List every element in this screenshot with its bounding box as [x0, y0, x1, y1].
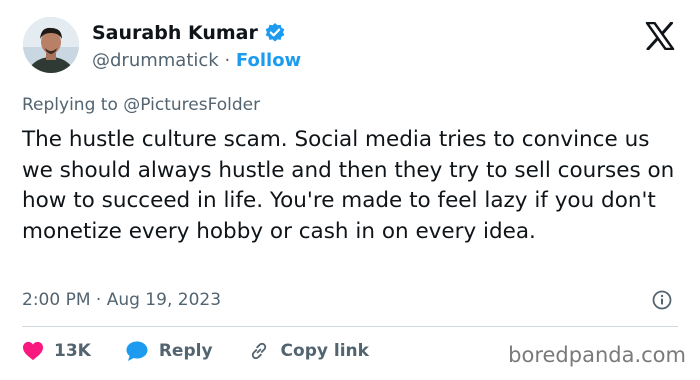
divider	[22, 326, 678, 327]
tweet-timestamp[interactable]: 2:00 PM · Aug 19, 2023	[22, 290, 221, 310]
reply-label: Reply	[158, 341, 213, 361]
speech-bubble-icon	[126, 341, 148, 361]
info-icon[interactable]	[652, 290, 672, 310]
author-name-row: Saurabh Kumar	[92, 22, 286, 44]
author-name[interactable]: Saurabh Kumar	[92, 22, 258, 44]
action-bar: 13K Reply Copy link	[22, 340, 403, 362]
tweet-card: Saurabh Kumar @drummatick · Follow Reply…	[0, 0, 700, 380]
avatar-image	[23, 17, 79, 73]
follow-button[interactable]: Follow	[236, 50, 301, 71]
verified-badge-icon	[264, 22, 286, 44]
author-handle[interactable]: @drummatick	[92, 50, 219, 71]
link-icon	[251, 342, 266, 360]
replying-to-handle[interactable]: @PicturesFolder	[123, 95, 260, 115]
like-button[interactable]: 13K	[22, 341, 91, 361]
heart-icon	[23, 341, 43, 361]
handle-separator: ·	[224, 50, 231, 71]
watermark: boredpanda.com	[508, 343, 686, 367]
reply-button[interactable]: Reply	[125, 340, 213, 362]
x-logo-icon[interactable]	[645, 21, 675, 51]
copy-link-button[interactable]: Copy link	[247, 340, 369, 362]
copy-link-label: Copy link	[280, 341, 369, 361]
replying-to-prefix: Replying to	[22, 95, 124, 115]
like-count: 13K	[54, 341, 91, 361]
handle-row: @drummatick · Follow	[92, 50, 301, 71]
tweet-text: The hustle culture scam. Social media tr…	[22, 127, 675, 244]
avatar[interactable]	[23, 17, 79, 73]
replying-to: Replying to @PicturesFolder	[22, 95, 260, 115]
